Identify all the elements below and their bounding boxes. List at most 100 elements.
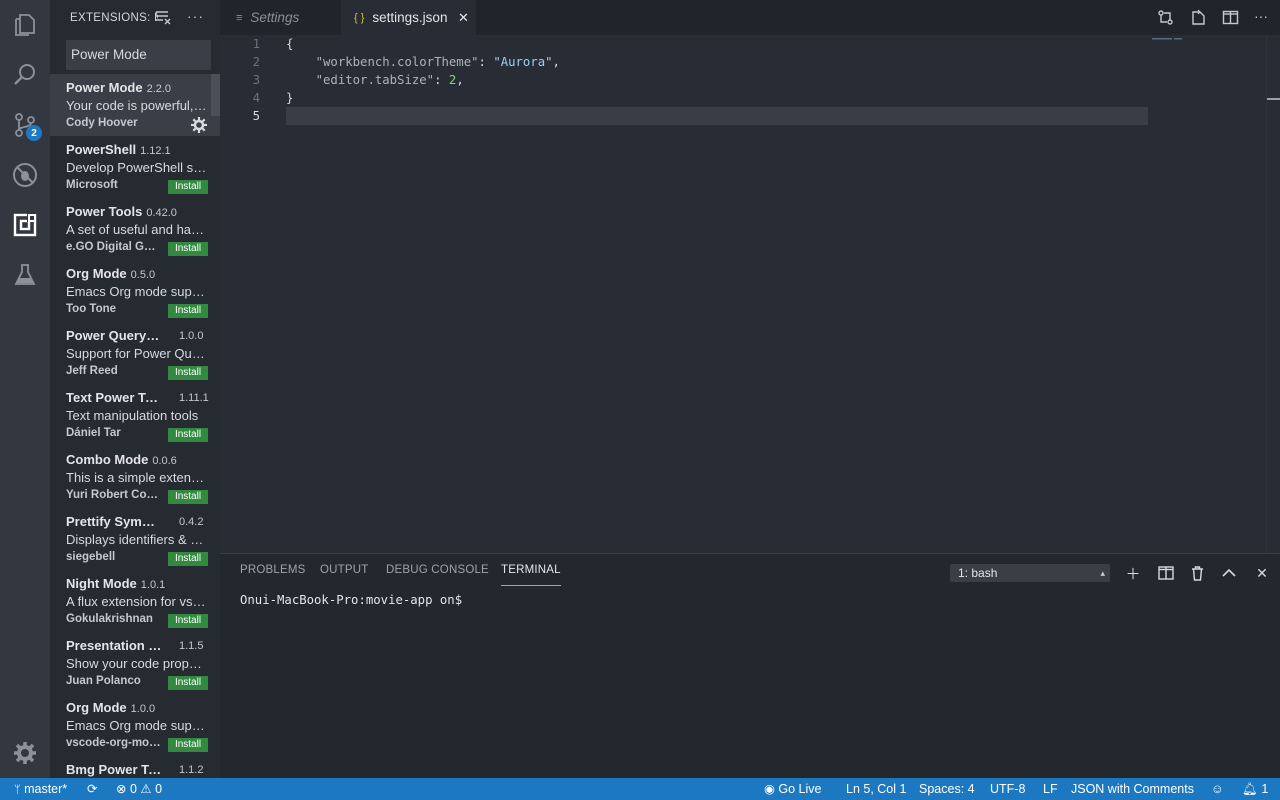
editor-scrollbar[interactable] — [1266, 35, 1280, 553]
install-button[interactable]: Install — [168, 428, 208, 442]
manage-extension-gear-icon[interactable] — [190, 116, 208, 134]
panel-tab-debug-console[interactable]: DEBUG CONSOLE — [386, 564, 489, 586]
cursor-position[interactable]: Ln 5, Col 1 — [846, 778, 906, 800]
status-bar: ᛘ master* ⟳ ⊗ 0 ⚠ 0 ◉ Go Live Ln 5, Col … — [0, 778, 1280, 800]
terminal-select[interactable]: 1: bash ▴ — [950, 564, 1110, 582]
split-editor-button[interactable] — [1222, 9, 1239, 31]
json-key: "editor.tabSize" — [315, 73, 435, 87]
json-key: "workbench.colorTheme" — [315, 55, 479, 69]
line-number: 5 — [252, 109, 260, 123]
list-icon: ≡ — [236, 11, 243, 24]
new-terminal-button[interactable]: ＋ — [1124, 564, 1142, 583]
extension-item[interactable]: Prettify Symbols Mode 0.4.2 Displays ident… — [50, 508, 220, 570]
code-line: 2 "workbench.colorTheme": "Aurora", — [220, 53, 1280, 71]
bell-icon: 🔔︎ — [1242, 782, 1258, 796]
test-flask-icon — [14, 264, 36, 285]
branch-indicator[interactable]: ᛘ master* — [14, 778, 67, 800]
kill-terminal-button[interactable] — [1188, 564, 1206, 582]
split-terminal-button[interactable] — [1157, 564, 1175, 582]
problems-indicator[interactable]: ⊗ 0 ⚠ 0 — [116, 778, 162, 800]
code-editor[interactable]: 1 { 2 "workbench.colorTheme": "Aurora", … — [220, 35, 1280, 553]
extension-publisher: Dániel Tar — [66, 427, 121, 439]
install-button[interactable]: Install — [168, 552, 208, 566]
extension-version: 1.11.1 — [179, 392, 209, 404]
install-button[interactable]: Install — [168, 490, 208, 504]
extension-item[interactable]: Text Power Tools 1.11.1 Text manipulation … — [50, 384, 220, 446]
extensions-button[interactable] — [0, 200, 50, 250]
sync-button[interactable]: ⟳ — [87, 778, 97, 800]
extension-list: Power Mode2.2.0 Your code is powerful, un… — [50, 74, 220, 778]
branch-name: master* — [24, 782, 68, 796]
debug-button[interactable] — [0, 150, 50, 200]
extension-item[interactable]: Org Mode 1.0.0 Emacs Org mode support vscod… — [50, 694, 220, 756]
end-of-line[interactable]: LF — [1043, 778, 1058, 800]
maximize-panel-button[interactable] — [1220, 564, 1238, 582]
install-button[interactable]: Install — [168, 366, 208, 380]
indentation[interactable]: Spaces: 4 — [919, 778, 975, 800]
manage-button[interactable] — [0, 728, 50, 778]
install-button[interactable]: Install — [168, 614, 208, 628]
close-panel-button[interactable]: ✕ — [1253, 564, 1271, 582]
code-text: "workbench.colorTheme": "Aurora", — [315, 55, 560, 69]
extension-item[interactable]: Night Mode 1.0.1 A flux extension for vsco… — [50, 570, 220, 632]
code-line: 1 { — [220, 35, 1280, 53]
code-text: } — [286, 91, 294, 105]
extension-description: This is a simple extension — [66, 470, 208, 485]
tab-settings-json[interactable]: { } settings.json ✕ — [341, 0, 476, 35]
terminal-output[interactable]: Onui-MacBook-Pro:movie-app on$ — [240, 593, 462, 607]
broadcast-icon: ◉ — [764, 782, 775, 796]
line-number: 3 — [252, 73, 260, 87]
vscode-window: 2 EXTENSIONS: MARKETPLACE ··· Power Mode… — [0, 0, 1280, 800]
extension-item[interactable]: Power Query / M Language 1.0.0 Support for… — [50, 322, 220, 384]
extension-version: 1.0.1 — [140, 579, 166, 591]
close-icon[interactable]: ✕ — [458, 10, 469, 26]
notification-count: 1 — [1261, 782, 1269, 796]
sync-icon: ⟳ — [87, 782, 98, 796]
go-live-button[interactable]: ◉ Go Live — [764, 778, 822, 800]
tab-settings[interactable]: ≡ Settings — [220, 0, 340, 35]
extension-item[interactable]: Bmg Power Tools1.1.2Install — [50, 756, 220, 778]
editor-tabs: ≡ Settings { } settings.json ✕ ··· — [220, 0, 1280, 35]
sidebar-scrollbar[interactable] — [211, 74, 220, 116]
tab-label: Settings — [250, 10, 300, 25]
feedback-button[interactable]: ☺ — [1211, 778, 1224, 800]
extension-name: Combo Mode — [66, 452, 149, 467]
explorer-button[interactable] — [0, 0, 50, 50]
extension-description: Support for Power Query — [66, 346, 208, 361]
extension-publisher: Too Tone — [66, 303, 117, 315]
clear-extensions-button[interactable] — [155, 9, 171, 28]
panel-tab-output[interactable]: OUTPUT — [320, 564, 368, 586]
install-button[interactable]: Install — [168, 676, 208, 690]
extension-item[interactable]: PowerShell1.12.1 Develop PowerShell scrip… — [50, 136, 220, 198]
compare-icon — [1158, 10, 1173, 25]
panel-tab-terminal[interactable]: TERMINAL — [501, 564, 561, 586]
install-button[interactable]: Install — [168, 242, 208, 256]
extension-description: Show your code properly — [66, 656, 208, 671]
extension-item[interactable]: Presentation Mode 1.1.5 Show your code pro… — [50, 632, 220, 694]
language-mode[interactable]: JSON with Comments — [1071, 778, 1194, 800]
extension-item[interactable]: Power Tools 0.42.0 A set of useful and han… — [50, 198, 220, 260]
extension-title-line: Org Mode 0.5.0 — [66, 266, 206, 281]
extension-version: 1.1.2 — [179, 764, 204, 776]
trash-icon — [1191, 565, 1203, 581]
minimap[interactable] — [1152, 37, 1186, 41]
panel-tab-problems[interactable]: PROBLEMS — [240, 564, 306, 586]
extension-item[interactable]: Combo Mode 0.0.6 This is a simple extensio… — [50, 446, 220, 508]
open-preview-button[interactable] — [1190, 9, 1207, 31]
extension-item[interactable]: Power Mode2.2.0 Your code is powerful, un… — [50, 74, 220, 136]
test-button[interactable] — [0, 250, 50, 300]
install-button[interactable]: Install — [168, 738, 208, 752]
split-editor-icon — [1222, 10, 1239, 25]
extension-search-input[interactable]: Power Mode — [66, 40, 211, 70]
more-actions-icon[interactable]: ··· — [187, 8, 204, 24]
install-button[interactable]: Install — [168, 180, 208, 194]
source-control-button[interactable]: 2 — [0, 100, 50, 150]
close-icon: ✕ — [1256, 564, 1268, 581]
install-button[interactable]: Install — [168, 304, 208, 318]
more-editor-actions-icon[interactable]: ··· — [1254, 8, 1268, 24]
search-button[interactable] — [0, 50, 50, 100]
encoding[interactable]: UTF-8 — [990, 778, 1025, 800]
extension-item[interactable]: Org Mode0.5.0 Emacs Org mode support for … — [50, 260, 220, 322]
notifications-button[interactable]: 🔔︎ 1 — [1242, 778, 1268, 800]
open-changes-button[interactable] — [1157, 9, 1174, 31]
